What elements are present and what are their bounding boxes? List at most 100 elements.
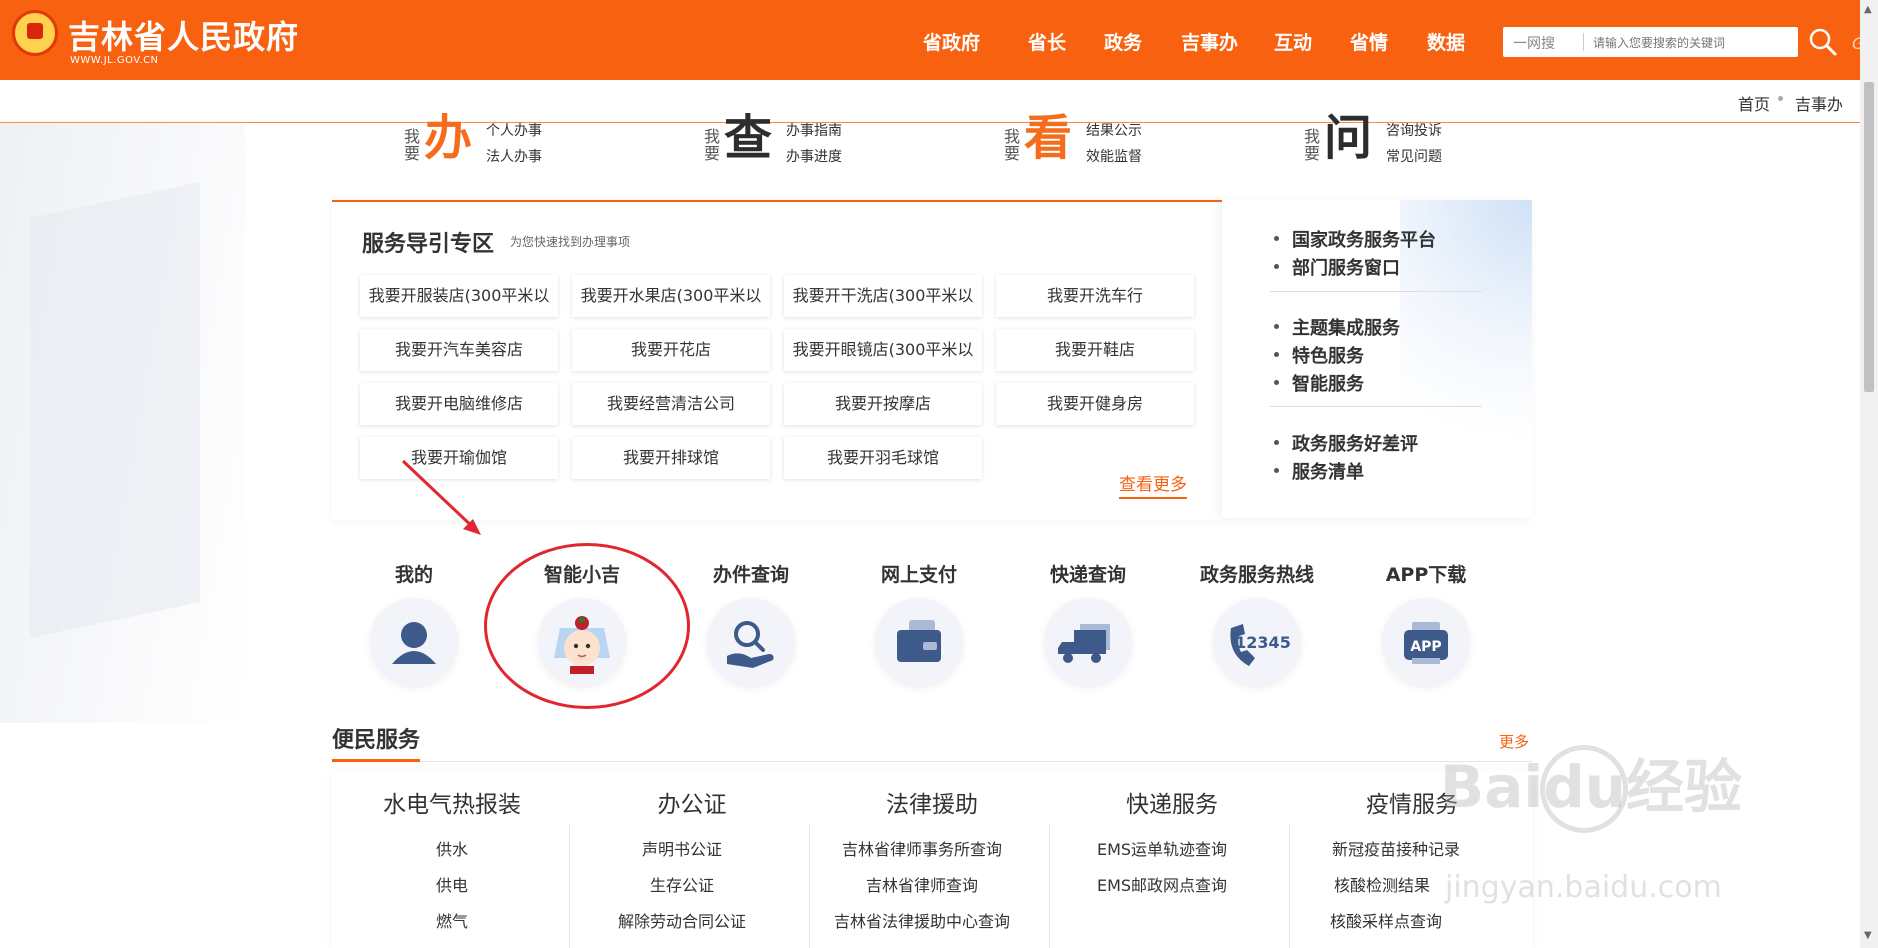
scroll-down-arrow-icon[interactable]: ▼ [1864, 930, 1872, 941]
search-button[interactable] [1808, 27, 1838, 57]
quick-express-button[interactable] [1044, 598, 1132, 686]
list-item[interactable]: 解除劳动合同公证 [562, 908, 802, 932]
watermark-url: jingyan.baidu.com [1445, 870, 1722, 905]
list-item[interactable]: 声明书公证 [562, 836, 802, 860]
want-link[interactable]: 法人办事 [486, 144, 542, 170]
list-item[interactable]: 核酸采样点查询 [1266, 908, 1506, 932]
quick-label-hotline[interactable]: 政务服务热线 [1187, 560, 1327, 587]
quick-case-query-button[interactable] [707, 598, 795, 686]
list-item[interactable]: 吉林省法律援助中心查询 [802, 908, 1042, 932]
app-label: APP [1410, 639, 1441, 655]
list-item[interactable]: 吉林省律师事务所查询 [802, 836, 1042, 860]
want-big-char[interactable]: 办 [424, 108, 472, 168]
left-background-shape [30, 181, 200, 639]
right-link[interactable]: 国家政务服务平台 [1292, 226, 1436, 252]
guide-item[interactable]: 我要开洗车行 [996, 275, 1194, 317]
watermark-logo: Baidu经验 [1440, 753, 1743, 821]
convenience-title: 便民服务 [332, 728, 421, 753]
quick-payment-button[interactable] [875, 598, 963, 686]
quick-hotline-button[interactable]: 12345 [1213, 598, 1301, 686]
view-more-link[interactable]: 查看更多 [1119, 470, 1187, 499]
nav-item-interaction[interactable]: 互动 [1274, 28, 1312, 55]
right-link[interactable]: 智能服务 [1292, 370, 1364, 396]
list-item[interactable]: EMS邮政网点查询 [1042, 872, 1282, 896]
quick-label-express[interactable]: 快递查询 [1018, 560, 1158, 587]
national-emblem-icon[interactable] [12, 10, 58, 56]
guide-item[interactable]: 我要开羽毛球馆 [784, 437, 982, 479]
nav-item-jishiban[interactable]: 吉事办 [1181, 28, 1238, 55]
want-block-check: 我要 查 办事指南 办事进度 [704, 110, 904, 173]
search-input[interactable] [1591, 31, 1795, 55]
want-link[interactable]: 办事指南 [786, 118, 842, 144]
list-item[interactable]: 燃气 [332, 908, 572, 932]
nav-item-governor[interactable]: 省长 [1028, 28, 1066, 55]
guide-item[interactable]: 我要开健身房 [996, 383, 1194, 425]
right-link[interactable]: 主题集成服务 [1292, 314, 1400, 340]
guide-item[interactable]: 我要经营清洁公司 [572, 383, 770, 425]
col-title-express[interactable]: 快递服务 [1052, 785, 1292, 819]
want-link[interactable]: 效能监督 [1086, 144, 1142, 170]
scroll-up-arrow-icon[interactable]: ▲ [1864, 4, 1872, 15]
phone-12345-icon: 12345 [1230, 624, 1291, 666]
guide-item[interactable]: 我要开水果店(300平米以 [572, 275, 770, 317]
want-link[interactable]: 个人办事 [486, 118, 542, 144]
list-item[interactable]: EMS运单轨迹查询 [1042, 836, 1282, 860]
guide-item[interactable]: 我要开花店 [572, 329, 770, 371]
quick-label-mine[interactable]: 我的 [344, 560, 484, 587]
bullet [1274, 380, 1279, 385]
right-link[interactable]: 部门服务窗口 [1292, 254, 1400, 280]
guide-item[interactable]: 我要开排球馆 [572, 437, 770, 479]
breadcrumb-home[interactable]: 首页 [1738, 91, 1770, 115]
quick-app-button[interactable]: APP [1382, 598, 1470, 686]
breadcrumb-current[interactable]: 吉事办 [1795, 91, 1843, 115]
search-hand-icon [727, 621, 774, 668]
bullet [1274, 264, 1279, 269]
nav-item-province-info[interactable]: 省情 [1350, 28, 1388, 55]
col-title-notary[interactable]: 办公证 [572, 785, 812, 819]
guide-item[interactable]: 我要开汽车美容店 [360, 329, 558, 371]
right-link[interactable]: 服务清单 [1292, 458, 1364, 484]
want-link[interactable]: 办事进度 [786, 144, 842, 170]
want-big-char[interactable]: 查 [724, 108, 772, 168]
want-small-text: 我要 [1304, 127, 1321, 163]
right-link[interactable]: 特色服务 [1292, 342, 1364, 368]
right-link[interactable]: 政务服务好差评 [1292, 430, 1418, 456]
col-title-legal-aid[interactable]: 法律援助 [812, 785, 1052, 819]
quick-label-payment[interactable]: 网上支付 [849, 560, 989, 587]
divider [1270, 291, 1482, 292]
list-item[interactable]: 新冠疫苗接种记录 [1276, 836, 1516, 860]
list-item[interactable]: 生存公证 [562, 872, 802, 896]
site-title[interactable]: 吉林省人民政府 [68, 12, 299, 58]
scrollbar-thumb[interactable] [1864, 82, 1874, 392]
bullet [1274, 440, 1279, 445]
guide-item[interactable]: 我要开干洗店(300平米以 [784, 275, 982, 317]
search-divider [1583, 33, 1584, 51]
nav-item-province-gov[interactable]: 省政府 [923, 28, 980, 55]
hotline-number: 12345 [1235, 633, 1291, 652]
quick-mine-button[interactable] [370, 598, 458, 686]
guide-item[interactable]: 我要开按摩店 [784, 383, 982, 425]
want-link[interactable]: 咨询投诉 [1386, 118, 1442, 144]
guide-item[interactable]: 我要开眼镜店(300平米以 [784, 329, 982, 371]
want-small-text: 我要 [704, 127, 721, 163]
guide-item[interactable]: 我要开电脑维修店 [360, 383, 558, 425]
annotation-circle [484, 543, 690, 709]
nav-item-data[interactable]: 数据 [1427, 28, 1465, 55]
search-icon [1809, 28, 1837, 56]
want-small-text: 我要 [404, 127, 421, 163]
want-big-char[interactable]: 看 [1024, 108, 1072, 168]
want-big-char[interactable]: 问 [1324, 108, 1372, 168]
list-item[interactable]: 吉林省律师查询 [802, 872, 1042, 896]
list-item[interactable]: 供电 [332, 872, 572, 896]
guide-item[interactable]: 我要开服装店(300平米以 [360, 275, 558, 317]
want-link[interactable]: 结果公示 [1086, 118, 1142, 144]
bullet [1274, 352, 1279, 357]
col-title-utilities[interactable]: 水电气热报装 [332, 785, 572, 819]
guide-item[interactable]: 我要开鞋店 [996, 329, 1194, 371]
list-item[interactable]: 供水 [332, 836, 572, 860]
nav-item-affairs[interactable]: 政务 [1104, 28, 1142, 55]
want-link[interactable]: 常见问题 [1386, 144, 1442, 170]
quick-label-case-query[interactable]: 办件查询 [681, 560, 821, 587]
search-scope-label[interactable]: 一网搜 [1513, 33, 1555, 53]
quick-label-app[interactable]: APP下载 [1356, 560, 1496, 587]
